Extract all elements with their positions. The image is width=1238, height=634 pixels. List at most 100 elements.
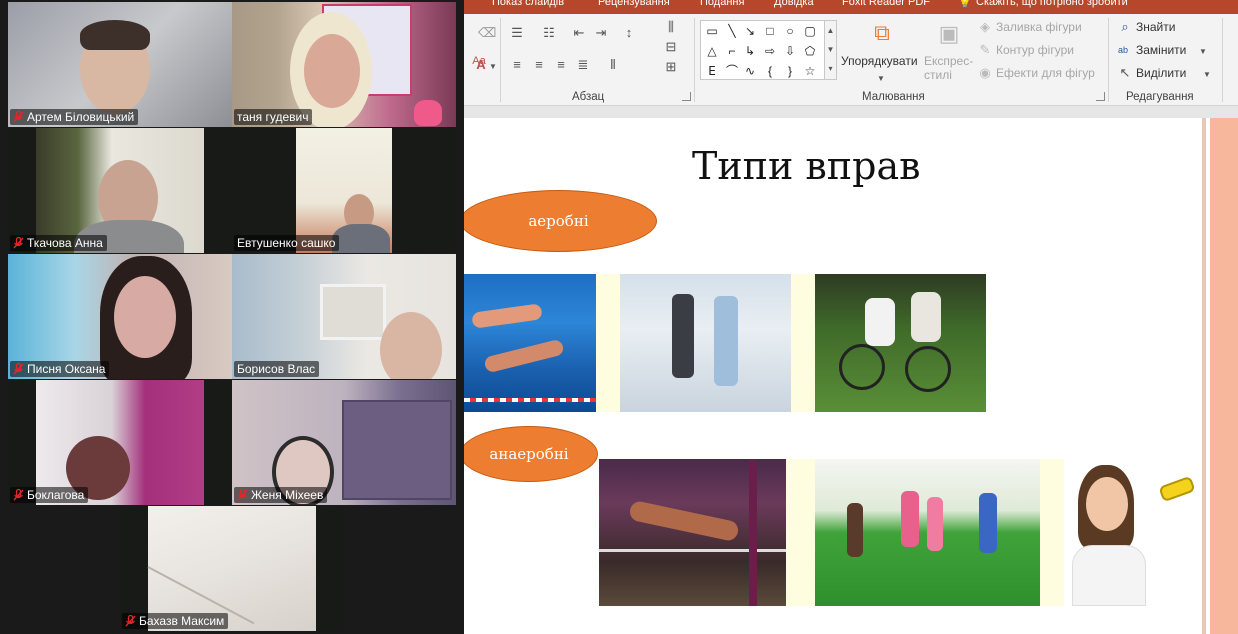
align-left-icon[interactable]: ≡ bbox=[510, 58, 524, 72]
find-button[interactable]: Знайти bbox=[1136, 20, 1175, 34]
swimming-photo[interactable] bbox=[464, 274, 596, 412]
more-icon[interactable]: ▾ bbox=[825, 59, 836, 78]
wave-icon[interactable]: ∿ bbox=[743, 65, 757, 77]
skiing-photo[interactable] bbox=[620, 274, 791, 412]
participant-tile[interactable]: Артем Біловицький bbox=[8, 2, 232, 127]
connector-icon[interactable]: ↳ bbox=[743, 45, 757, 57]
paragraph-launcher-icon[interactable] bbox=[682, 92, 691, 101]
participant-tile[interactable]: Писня Оксана bbox=[8, 254, 232, 379]
chevron-down-icon[interactable]: ▼ bbox=[874, 72, 888, 86]
columns-icon[interactable]: ⫴ bbox=[606, 58, 620, 72]
eraser-icon[interactable]: ⌫ bbox=[478, 26, 496, 40]
search-icon[interactable]: ⌕ bbox=[1118, 20, 1132, 34]
owl-sticker bbox=[414, 100, 442, 126]
text-box-icon[interactable]: ▭ bbox=[705, 25, 719, 37]
pentagon-icon[interactable]: ⬠ bbox=[803, 45, 817, 57]
rounded-rect-icon[interactable]: ▢ bbox=[803, 25, 817, 37]
rectangle-icon[interactable]: □ bbox=[763, 25, 777, 37]
shape-fill-button[interactable]: Заливка фігури bbox=[996, 20, 1082, 34]
participant-nametag: таня гудевич bbox=[234, 109, 313, 125]
participant-nametag: Евтушенко сашко bbox=[234, 235, 340, 251]
athlete bbox=[628, 499, 740, 543]
align-center-icon[interactable]: ≡ bbox=[532, 58, 546, 72]
mic-muted-icon bbox=[237, 489, 248, 501]
select-button[interactable]: Виділити bbox=[1136, 66, 1186, 80]
cursor-icon[interactable]: ↖ bbox=[1118, 66, 1132, 80]
align-text-icon[interactable]: ⊟ bbox=[664, 40, 678, 54]
shape-outline-button[interactable]: Контур фігури bbox=[996, 43, 1074, 57]
right-brace-icon[interactable]: } bbox=[783, 65, 797, 77]
participant-tile[interactable]: Евтушенко сашко bbox=[232, 128, 456, 253]
slide-title[interactable]: Типи вправ bbox=[692, 144, 921, 188]
chevron-down-icon[interactable]: ▼ bbox=[486, 60, 500, 74]
high-jump-photo[interactable] bbox=[599, 459, 786, 606]
replace-button[interactable]: Замінити bbox=[1136, 43, 1186, 57]
increase-indent-icon[interactable]: ⇥ bbox=[594, 26, 608, 40]
line-icon[interactable]: ╲ bbox=[725, 25, 739, 37]
participant-name: Писня Оксана bbox=[27, 362, 106, 376]
participant-face bbox=[114, 276, 176, 358]
justify-icon[interactable]: ≣ bbox=[576, 58, 590, 72]
arrange-button[interactable]: Упорядкувати bbox=[841, 54, 918, 68]
skier bbox=[672, 294, 694, 378]
participant-tile[interactable]: Ткачова Анна bbox=[8, 128, 232, 253]
effects-icon[interactable]: ◉ bbox=[978, 66, 992, 80]
participant-tile[interactable]: Боклагова bbox=[8, 380, 232, 505]
bullets-icon[interactable]: ☰ bbox=[510, 26, 524, 40]
photo-gap bbox=[596, 274, 620, 412]
participant-tile[interactable]: таня гудевич bbox=[232, 2, 456, 127]
quick-styles-button[interactable]: Експрес-стилі bbox=[924, 54, 973, 82]
tab-help[interactable]: Довідка bbox=[774, 0, 814, 8]
shapes-gallery[interactable]: ▭ ╲ ↘ □ ○ ▢ △ ⌐ ↳ ⇨ ⇩ ⬠ ⴹ ⌒ ∿ { } ☆ ▲ ▼ … bbox=[700, 20, 837, 80]
chevron-down-icon[interactable]: ▼ bbox=[1196, 45, 1210, 59]
slide[interactable]: Типи вправ аеробні анаеробні bbox=[464, 118, 1202, 634]
arrow-line-icon[interactable]: ↘ bbox=[743, 25, 757, 37]
participant-tile[interactable]: Женя Міхеев bbox=[232, 380, 456, 505]
down-arrow-icon[interactable]: ⇩ bbox=[783, 45, 797, 57]
participant-nametag: Боклагова bbox=[10, 487, 89, 503]
shapes-scrollbar[interactable]: ▲ ▼ ▾ bbox=[824, 21, 836, 79]
scroll-up-icon[interactable]: ▲ bbox=[825, 21, 836, 40]
right-arrow-icon[interactable]: ⇨ bbox=[763, 45, 777, 57]
line-spacing-icon[interactable]: ↕ bbox=[622, 26, 636, 40]
aerobic-label-oval[interactable]: аеробні bbox=[464, 190, 657, 252]
child bbox=[847, 503, 863, 557]
participant-tile-active[interactable]: Борисов Влас bbox=[232, 254, 456, 379]
decrease-indent-icon[interactable]: ⇤ bbox=[572, 26, 586, 40]
tab-slideshow[interactable]: Показ слайдів bbox=[492, 0, 564, 8]
text-direction-icon[interactable]: ⫼ bbox=[664, 20, 678, 34]
jumping-kids-photo[interactable] bbox=[815, 459, 1040, 606]
participant-name: Артем Біловицький bbox=[27, 110, 135, 124]
chevron-down-icon[interactable]: ▼ bbox=[1200, 68, 1214, 82]
dumbbell-photo[interactable] bbox=[1064, 459, 1202, 606]
tab-review[interactable]: Рецензування bbox=[598, 0, 670, 8]
photo-gap bbox=[786, 459, 815, 606]
triangle-icon[interactable]: △ bbox=[705, 45, 719, 57]
paint-bucket-icon[interactable]: ◈ bbox=[978, 20, 992, 34]
participant-nametag: Борисов Влас bbox=[234, 361, 320, 377]
freeform-icon[interactable]: ⴹ bbox=[705, 65, 719, 77]
scroll-down-icon[interactable]: ▼ bbox=[825, 40, 836, 59]
arc-icon[interactable]: ⌒ bbox=[725, 65, 739, 77]
align-right-icon[interactable]: ≡ bbox=[554, 58, 568, 72]
drawing-launcher-icon[interactable] bbox=[1096, 92, 1105, 101]
pen-icon[interactable]: ✎ bbox=[978, 43, 992, 57]
anaerobic-label-oval[interactable]: анаеробні bbox=[464, 426, 598, 482]
smartart-icon[interactable]: ⊞ bbox=[664, 60, 678, 74]
participant-tile[interactable]: Бахазв Максим bbox=[120, 506, 344, 631]
star-icon[interactable]: ☆ bbox=[803, 65, 817, 77]
elbow-connector-icon[interactable]: ⌐ bbox=[725, 45, 739, 57]
participant-hair bbox=[80, 20, 150, 50]
tab-foxit[interactable]: Foxit Reader PDF bbox=[842, 0, 930, 8]
tab-view[interactable]: Подання bbox=[700, 0, 744, 8]
participant-face bbox=[380, 312, 442, 379]
cycling-photo[interactable] bbox=[815, 274, 986, 412]
oval-icon[interactable]: ○ bbox=[783, 25, 797, 37]
left-brace-icon[interactable]: { bbox=[763, 65, 777, 77]
arrange-icon[interactable]: ⧉ bbox=[868, 20, 896, 46]
tell-me-search[interactable]: Скажіть, що потрібно зробити bbox=[976, 0, 1128, 8]
replace-icon[interactable]: ab bbox=[1116, 43, 1130, 57]
quick-styles-icon[interactable]: ▣ bbox=[934, 20, 964, 48]
shape-effects-button[interactable]: Ефекти для фігур bbox=[996, 66, 1095, 80]
numbering-icon[interactable]: ☷ bbox=[542, 26, 556, 40]
